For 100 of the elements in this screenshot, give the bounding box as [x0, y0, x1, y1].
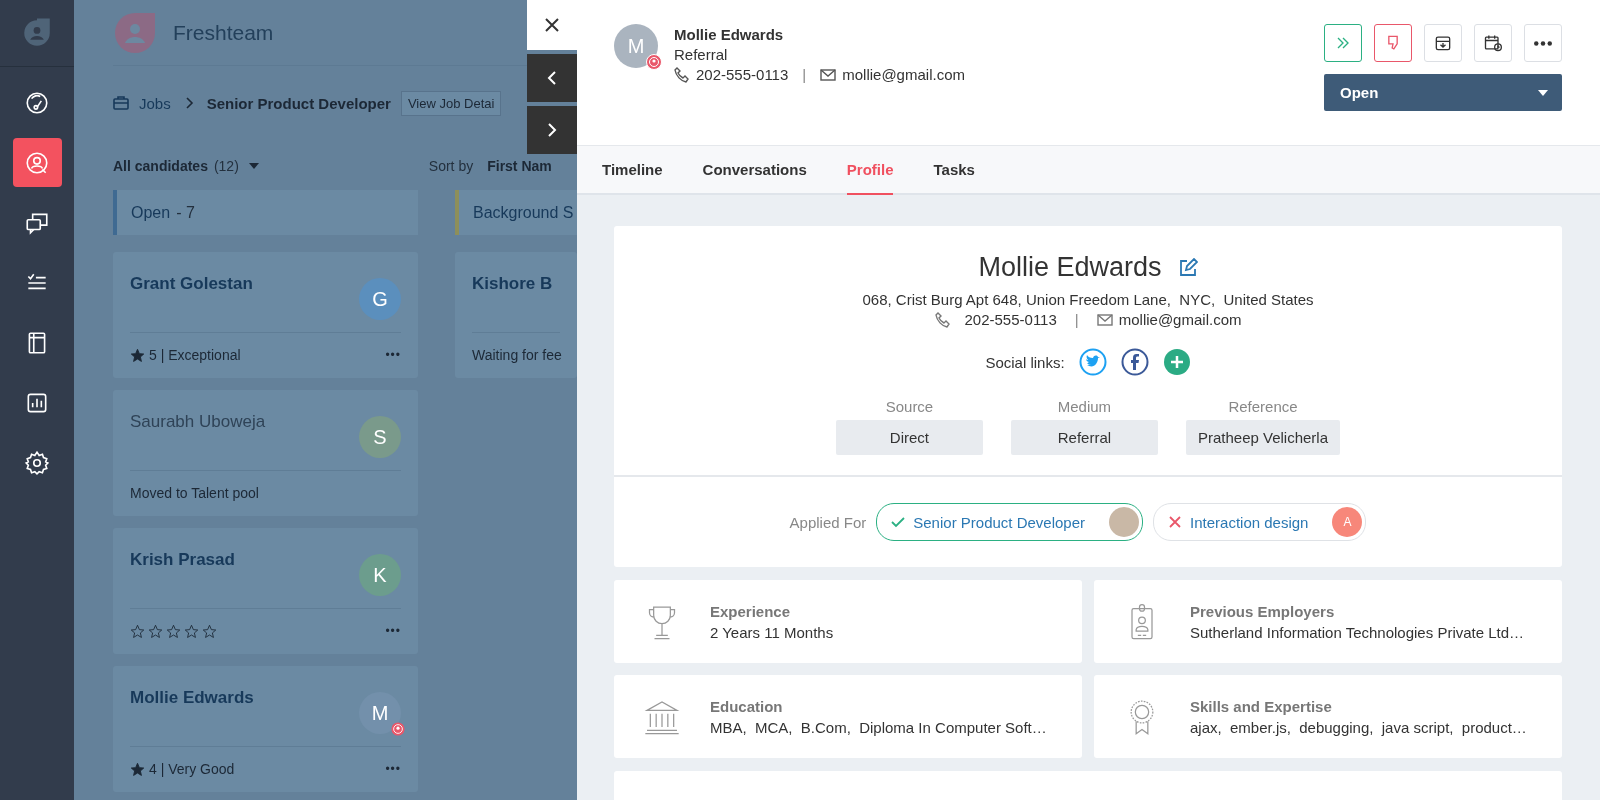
applied-for-label: Applied For — [789, 513, 867, 531]
status-text: Waiting for fee — [472, 347, 562, 363]
candidate-name[interactable]: Saurabh Uboweja — [130, 412, 266, 432]
phone-number: 202-555-0113 — [696, 66, 789, 83]
close-button[interactable] — [527, 0, 577, 50]
avatar: S — [359, 416, 401, 458]
twitter-icon[interactable] — [1078, 348, 1107, 376]
advance-button[interactable] — [1324, 24, 1362, 62]
phone-icon — [934, 311, 951, 328]
field-value: Referral — [1010, 420, 1158, 455]
check-icon — [891, 515, 906, 529]
briefcase-icon — [113, 95, 129, 111]
referral-badge-icon — [646, 54, 662, 70]
phone-number: 202-555-0113 — [964, 311, 1057, 328]
more-icon — [1534, 40, 1552, 46]
view-job-details-button[interactable]: View Job Detai — [400, 90, 502, 116]
calendar-clock-icon — [1483, 33, 1503, 53]
mail-icon — [1096, 311, 1113, 328]
nav-item[interactable] — [12, 138, 62, 187]
detail-label: Education — [710, 697, 784, 715]
phone-icon — [674, 66, 690, 83]
cross-icon — [1168, 515, 1183, 529]
job-chip[interactable]: Interaction design A — [1153, 503, 1367, 541]
avatar: K — [359, 554, 401, 596]
detail-value: 2 Years 11 Months — [710, 623, 834, 641]
column-count: - 7 — [176, 203, 195, 222]
status-dropdown[interactable]: Open — [1324, 74, 1562, 111]
separator: | — [802, 66, 807, 83]
candidate-name[interactable]: Kishore B — [472, 274, 553, 294]
app-title: Freshteam — [173, 20, 274, 45]
more-button[interactable] — [1524, 24, 1562, 62]
mail-icon — [820, 66, 837, 83]
more-menu[interactable]: ••• — [385, 624, 401, 638]
more-menu[interactable]: ••• — [385, 762, 401, 776]
filter-label[interactable]: All candidates — [113, 158, 208, 174]
field-label: Reference — [1228, 398, 1298, 415]
candidate-name: Mollie Edwards — [674, 26, 785, 43]
candidate-source: Referral — [674, 46, 729, 63]
star-icon — [148, 623, 163, 639]
settings-icon — [24, 449, 50, 476]
sort-label: Sort by — [428, 158, 474, 174]
archive-button[interactable] — [1424, 24, 1462, 62]
status-text: Moved to Talent pool — [130, 485, 259, 501]
tab[interactable]: Timeline — [602, 146, 663, 195]
job-chip[interactable]: Senior Product Developer — [876, 503, 1144, 541]
field-label: Medium — [1057, 398, 1112, 415]
close-icon — [543, 16, 561, 34]
candidate-count: (12) — [213, 158, 239, 174]
star-icon — [130, 347, 145, 363]
profile-name: Mollie Edwards — [978, 252, 1162, 283]
schedule-button[interactable] — [1474, 24, 1512, 62]
candidate-card[interactable]: Kishore B Waiting for fee — [455, 252, 577, 378]
breadcrumb-link[interactable]: Jobs — [139, 94, 171, 112]
detail-value: Sutherland Information Technologies Private Ltd… — [1190, 623, 1525, 641]
email-address: mollie@gmail.com — [1118, 311, 1242, 328]
candidate-card[interactable]: Mollie Edwards M 4 | Very Good ••• — [113, 666, 418, 792]
tab[interactable]: Tasks — [933, 146, 975, 195]
field-label: Source — [885, 398, 934, 415]
dashboard-icon — [24, 89, 50, 116]
column-title: Background S — [473, 203, 574, 222]
more-menu[interactable]: ••• — [385, 348, 401, 362]
detail-label: Experience — [710, 602, 792, 620]
email-address: mollie@gmail.com — [842, 66, 965, 83]
caret-icon — [1538, 89, 1548, 96]
edit-icon[interactable] — [1177, 257, 1198, 278]
detail-label: Previous Employers — [1190, 602, 1336, 620]
avatar: A — [1332, 507, 1363, 537]
candidate-name[interactable]: Grant Golestan — [130, 274, 253, 294]
caret-icon — [248, 163, 259, 169]
candidate-card[interactable]: Krish Prasad K ••• — [113, 528, 418, 654]
star-icon — [166, 623, 181, 639]
field-value: Direct — [835, 420, 983, 455]
star-icon — [202, 623, 217, 639]
rating-label: 4 | Very Good — [149, 761, 235, 777]
detail-value: MBA, MCA, B.Com, Diploma In Computer Soft… — [710, 718, 1047, 736]
tab[interactable]: Profile — [846, 146, 894, 195]
detail-label: Skills and Expertise — [1190, 697, 1333, 715]
detail-value: ajax, ember.js, debugging, java script, product… — [1190, 718, 1527, 736]
social-links-label: Social links: — [985, 353, 1065, 371]
logo-icon — [113, 10, 157, 55]
candidates-icon — [24, 149, 50, 176]
address: 068, Crist Burg Apt 648, Union Freedom Lane, NYC, United States — [862, 291, 1314, 308]
candidate-card[interactable]: Saurabh Uboweja S Moved to Talent pool — [113, 390, 418, 516]
field-value: Pratheep Velicherla — [1185, 420, 1341, 455]
candidate-name[interactable]: Krish Prasad — [130, 550, 235, 570]
breadcrumb-current: Senior Product Developer — [206, 94, 391, 112]
star-icon — [130, 761, 145, 777]
sort-value[interactable]: First Nam — [487, 158, 552, 174]
star-icon — [130, 623, 145, 639]
tab[interactable]: Conversations — [702, 146, 807, 195]
rating-label: 5 | Exceptional — [149, 347, 241, 363]
separator: | — [1074, 311, 1079, 328]
star-icon — [184, 623, 199, 639]
reject-button[interactable] — [1374, 24, 1412, 62]
candidate-card[interactable]: Grant Golestan G 5 | Exceptional ••• — [113, 252, 418, 378]
photo-placeholder — [1109, 507, 1140, 537]
candidate-name[interactable]: Mollie Edwards — [130, 688, 254, 708]
avatar: G — [359, 278, 401, 320]
facebook-icon[interactable] — [1120, 348, 1149, 376]
add-icon[interactable] — [1162, 348, 1191, 376]
